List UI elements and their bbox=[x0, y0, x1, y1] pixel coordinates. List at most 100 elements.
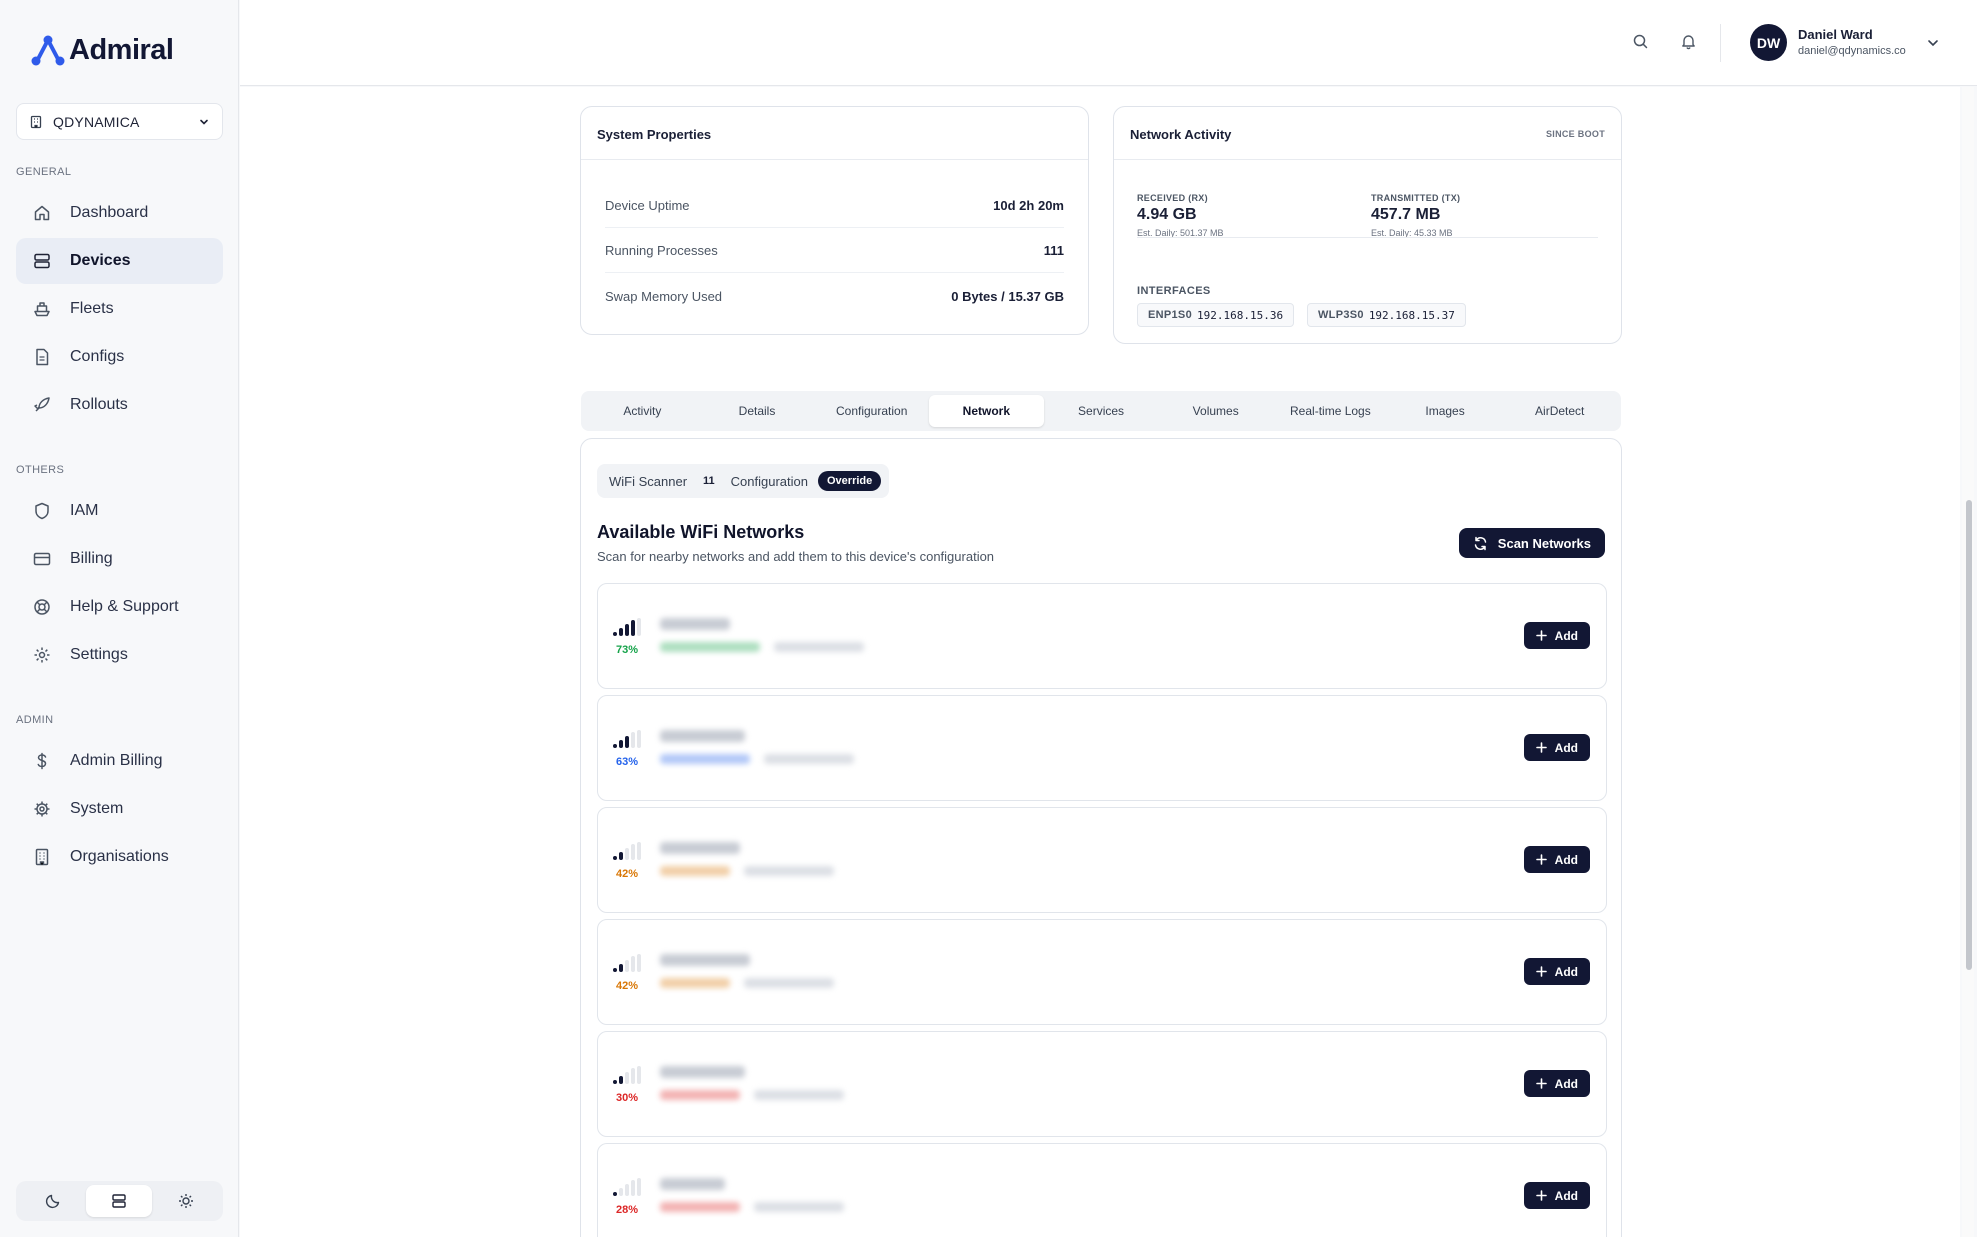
tab-configuration[interactable]: Configuration bbox=[814, 395, 929, 427]
signal-percentage: 63% bbox=[616, 756, 639, 768]
divider bbox=[581, 159, 1088, 160]
redacted-network-security bbox=[764, 754, 854, 764]
interface-chip: ENP1S0 192.168.15.36 bbox=[1137, 303, 1295, 327]
sidebar-item-organisations[interactable]: Organisations bbox=[16, 834, 223, 880]
search-icon[interactable] bbox=[1632, 33, 1649, 55]
tab-realtime-logs[interactable]: Real-time Logs bbox=[1273, 395, 1388, 427]
signal-bar bbox=[637, 954, 641, 972]
chevron-down-icon[interactable] bbox=[1926, 36, 1940, 55]
plus-icon bbox=[1535, 630, 1547, 641]
subtab-configuration[interactable]: Configuration bbox=[727, 474, 812, 489]
add-network-label: Add bbox=[1554, 1188, 1578, 1203]
add-network-label: Add bbox=[1554, 740, 1578, 755]
tab-activity[interactable]: Activity bbox=[585, 395, 700, 427]
dollar-icon bbox=[32, 751, 52, 771]
signal-strength-icon bbox=[613, 618, 641, 636]
interface-chip: WLP3S0 192.168.15.37 bbox=[1307, 303, 1466, 327]
prop-label: Swap Memory Used bbox=[605, 288, 723, 304]
signal-bar bbox=[637, 1178, 641, 1196]
tx-label: TRANSMITTED (TX) bbox=[1371, 193, 1461, 203]
prop-label: Running Processes bbox=[605, 243, 718, 258]
sidebar-item-iam[interactable]: IAM bbox=[16, 488, 223, 534]
bell-icon[interactable] bbox=[1680, 33, 1697, 55]
sidebar-item-configs[interactable]: Configs bbox=[16, 334, 223, 380]
tab-network[interactable]: Network bbox=[929, 395, 1044, 427]
section-label-admin: ADMIN bbox=[16, 714, 54, 726]
sidebar-item-devices[interactable]: Devices bbox=[16, 238, 223, 284]
add-network-button[interactable]: Add bbox=[1523, 958, 1590, 985]
gear-icon bbox=[32, 645, 52, 665]
org-selector[interactable]: QDYNAMICA bbox=[16, 103, 223, 140]
redacted-network-name bbox=[660, 954, 750, 966]
signal-bar bbox=[637, 1066, 641, 1084]
sidebar-item-help-support[interactable]: Help & Support bbox=[16, 584, 223, 630]
signal-bar bbox=[631, 732, 635, 748]
refresh-icon bbox=[1474, 536, 1487, 550]
signal-bar bbox=[625, 1072, 629, 1084]
add-network-button[interactable]: Add bbox=[1523, 622, 1590, 649]
signal-strength-icon bbox=[613, 1178, 641, 1196]
sidebar-item-system[interactable]: System bbox=[16, 786, 223, 832]
interfaces-label: INTERFACES bbox=[1137, 285, 1211, 297]
sidebar-item-admin-billing[interactable]: Admin Billing bbox=[16, 738, 223, 784]
interface-ip: 192.168.15.37 bbox=[1368, 308, 1455, 322]
system-properties-card: System Properties Device Uptime 10d 2h 2… bbox=[580, 106, 1089, 335]
tab-details[interactable]: Details bbox=[700, 395, 815, 427]
redacted-network-security bbox=[774, 642, 864, 652]
network-count-badge: 11 bbox=[703, 475, 715, 487]
prop-value: 111 bbox=[1043, 243, 1064, 258]
sidebar-item-label: Rollouts bbox=[70, 396, 128, 413]
network-subtabs: WiFi Scanner 11 Configuration Override bbox=[597, 464, 890, 498]
sidebar-item-fleets[interactable]: Fleets bbox=[16, 286, 223, 332]
add-network-button[interactable]: Add bbox=[1523, 1182, 1590, 1209]
add-network-button[interactable]: Add bbox=[1523, 846, 1590, 873]
wifi-section-description: Scan for nearby networks and add them to… bbox=[597, 549, 995, 564]
app-logo[interactable]: Admiral bbox=[31, 34, 174, 67]
prop-row-swap: Swap Memory Used 0 Bytes / 15.37 GB bbox=[605, 274, 1064, 318]
redacted-network-name bbox=[660, 730, 745, 742]
scan-networks-label: Scan Networks bbox=[1497, 535, 1591, 551]
rocket-icon bbox=[32, 395, 52, 415]
override-badge[interactable]: Override bbox=[818, 471, 882, 491]
add-network-button[interactable]: Add bbox=[1523, 1070, 1590, 1097]
signal-bar bbox=[637, 730, 641, 748]
signal-bar bbox=[619, 740, 623, 748]
signal-bar bbox=[619, 1188, 623, 1196]
moon-icon bbox=[46, 1194, 60, 1209]
add-network-label: Add bbox=[1554, 852, 1578, 867]
header-divider bbox=[1720, 24, 1721, 62]
rx-value: 4.94 GB bbox=[1137, 206, 1197, 223]
add-network-label: Add bbox=[1554, 964, 1578, 979]
sidebar-item-settings[interactable]: Settings bbox=[16, 632, 223, 678]
sidebar-item-billing[interactable]: Billing bbox=[16, 536, 223, 582]
add-network-button[interactable]: Add bbox=[1523, 734, 1590, 761]
wifi-network-item: 42% Add bbox=[597, 919, 1607, 1025]
signal-bar bbox=[631, 1180, 635, 1196]
avatar[interactable]: DW bbox=[1750, 24, 1787, 61]
signal-bar bbox=[619, 964, 623, 972]
theme-light-button[interactable] bbox=[153, 1185, 219, 1217]
scrollbar-thumb[interactable] bbox=[1966, 500, 1972, 970]
theme-system-button[interactable] bbox=[86, 1185, 153, 1217]
tab-images[interactable]: Images bbox=[1388, 395, 1503, 427]
theme-dark-button[interactable] bbox=[20, 1185, 86, 1217]
tab-airdetect[interactable]: AirDetect bbox=[1502, 395, 1617, 427]
signal-bar bbox=[619, 628, 623, 636]
subtab-wifi-scanner[interactable]: WiFi Scanner bbox=[605, 474, 691, 489]
plus-icon bbox=[1535, 1078, 1547, 1089]
signal-percentage: 28% bbox=[616, 1204, 639, 1216]
chevron-down-icon bbox=[200, 119, 208, 125]
signal-bar bbox=[613, 856, 617, 860]
tab-services[interactable]: Services bbox=[1044, 395, 1159, 427]
user-name[interactable]: Daniel Ward bbox=[1798, 27, 1873, 42]
sidebar-item-rollouts[interactable]: Rollouts bbox=[16, 382, 223, 428]
signal-strength-icon bbox=[613, 842, 641, 860]
scan-networks-button[interactable]: Scan Networks bbox=[1458, 528, 1605, 558]
interface-name: ENP1S0 bbox=[1148, 309, 1192, 321]
sidebar-item-dashboard[interactable]: Dashboard bbox=[16, 190, 223, 236]
tab-volumes[interactable]: Volumes bbox=[1158, 395, 1273, 427]
redacted-network-meta bbox=[660, 978, 730, 988]
sidebar-item-label: Help & Support bbox=[70, 598, 179, 615]
wifi-network-item: 63% Add bbox=[597, 695, 1607, 801]
wifi-network-item: 73% Add bbox=[597, 583, 1607, 689]
